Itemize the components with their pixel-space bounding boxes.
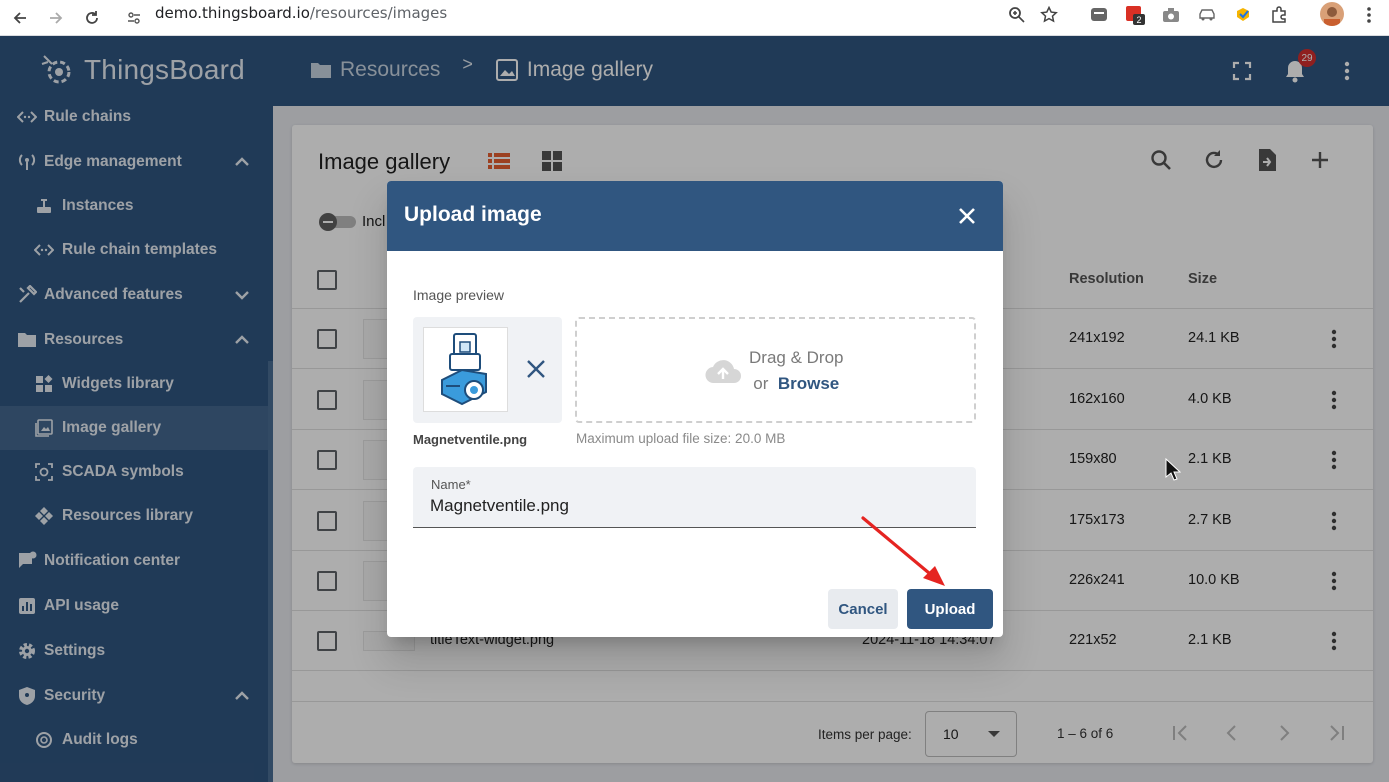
dialog-header: Upload image bbox=[387, 181, 1003, 251]
name-field-label: Name* bbox=[431, 477, 471, 492]
drag-drop-label: Drag & Drop bbox=[749, 348, 844, 367]
back-icon[interactable] bbox=[6, 4, 34, 32]
bookmark-star-icon[interactable] bbox=[1038, 4, 1060, 26]
upload-size-hint: Maximum upload file size: 20.0 MB bbox=[576, 431, 786, 446]
camera-icon[interactable] bbox=[1160, 4, 1182, 26]
extension-badge: 2 bbox=[1136, 15, 1141, 25]
preview-file-name: Magnetventile.png bbox=[413, 432, 528, 447]
reload-icon[interactable] bbox=[78, 4, 106, 32]
valve-image bbox=[441, 333, 487, 406]
close-icon[interactable] bbox=[954, 203, 980, 229]
file-dropzone[interactable]: Drag & Drop or Browse bbox=[575, 317, 976, 423]
url-host: demo.thingsboard.io bbox=[155, 4, 310, 22]
remove-image-icon[interactable] bbox=[525, 358, 547, 380]
upload-button[interactable]: Upload bbox=[907, 589, 993, 629]
extension-red-icon[interactable]: 2 bbox=[1124, 4, 1146, 26]
browser-toolbar: demo.thingsboard.io/resources/images 2 bbox=[0, 0, 1389, 36]
browser-menu-icon[interactable] bbox=[1358, 4, 1380, 26]
image-preview-label: Image preview bbox=[413, 287, 505, 303]
site-info-icon[interactable] bbox=[120, 4, 148, 32]
url-path: /resources/images bbox=[309, 4, 448, 22]
extension-colorful-icon[interactable] bbox=[1232, 4, 1254, 26]
annotation-arrow bbox=[861, 516, 945, 586]
profile-avatar[interactable] bbox=[1320, 2, 1344, 26]
cancel-button[interactable]: Cancel bbox=[828, 589, 898, 629]
dialog-title: Upload image bbox=[404, 203, 542, 226]
extensions-puzzle-icon[interactable] bbox=[1268, 4, 1290, 26]
car-icon[interactable] bbox=[1196, 4, 1218, 26]
extension-chat-icon[interactable] bbox=[1088, 4, 1110, 26]
zoom-icon[interactable] bbox=[1006, 4, 1028, 26]
forward-icon[interactable] bbox=[42, 4, 70, 32]
cloud-upload-icon bbox=[705, 360, 741, 384]
browse-link[interactable]: Browse bbox=[778, 374, 839, 393]
mouse-cursor-icon bbox=[1165, 458, 1181, 481]
or-label: or bbox=[753, 374, 769, 393]
dropzone-text: Drag & Drop or Browse bbox=[749, 345, 843, 397]
url-bar[interactable]: demo.thingsboard.io/resources/images bbox=[155, 4, 447, 22]
image-preview-box bbox=[413, 317, 562, 423]
image-preview-thumbnail bbox=[423, 327, 508, 412]
